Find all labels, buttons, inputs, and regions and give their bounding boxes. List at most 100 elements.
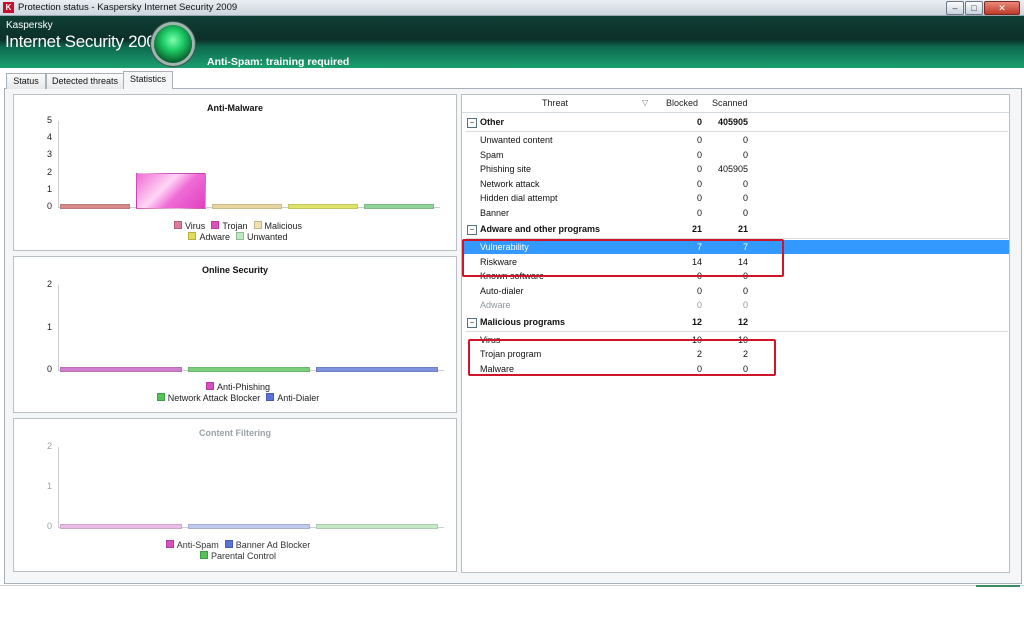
group-scanned-count: 405905 [717, 117, 748, 127]
group-blocked-count: 0 [696, 117, 702, 127]
table-row-hidden-dial-attempt[interactable]: Hidden dial attempt 0 0 [462, 191, 1009, 205]
table-row-banner[interactable]: Banner 0 0 [462, 206, 1009, 220]
protection-status-indicator-icon[interactable] [154, 25, 192, 63]
legend-swatch-anti-spam [165, 540, 174, 548]
table-row-auto-dialer[interactable]: Auto-dialer 0 0 [462, 284, 1009, 298]
legend-label-trojan: Trojan [222, 221, 248, 231]
scanned-count: 0 [742, 207, 748, 218]
bar-unwanted [364, 204, 434, 209]
online-security-chart: Online Security 2 1 0 Anti-Phishing Network … [13, 256, 457, 413]
bar-banner-ad-blocker [188, 524, 310, 529]
legend-swatch-anti-phishing [205, 382, 214, 390]
anti-malware-chart: Anti-Malware 5 4 3 2 1 0 Virus Trojan Malicious A… [13, 94, 457, 251]
blocked-count: 0 [696, 300, 702, 310]
tab-statistics[interactable]: Statistics [123, 71, 173, 89]
legend-swatch-malicious [253, 221, 262, 229]
collapse-icon[interactable]: − [467, 225, 477, 235]
y-tick-label: 0 [46, 201, 52, 211]
column-header-threat[interactable]: Threat [542, 98, 568, 108]
annotation-box-malicious-rows [468, 339, 776, 376]
threat-name: Phishing site [480, 164, 532, 174]
tab-detected-threats[interactable]: Detected threats [46, 73, 124, 89]
chart-legend-row: Anti-Spam Banner Ad Blocker [14, 540, 456, 550]
chart-legend-row: Parental Control [14, 551, 456, 561]
legend-label-virus: Virus [184, 221, 206, 231]
collapse-icon[interactable]: − [467, 317, 477, 328]
window-title: Protection status - Kaspersky Internet S… [18, 2, 238, 13]
sort-descending-icon[interactable]: ▽ [642, 98, 648, 107]
threat-name: Unwanted content [480, 135, 553, 145]
group-name: Malicious programs [480, 316, 566, 327]
bar-malicious [212, 204, 282, 209]
group-name: Adware and other programs [480, 224, 601, 234]
group-row-other[interactable]: − Other 0 405905 [462, 115, 1009, 131]
legend-label-network-attack-blocker: Network Attack Blocker [167, 393, 261, 403]
legend-label-unwanted: Unwanted [246, 232, 288, 242]
chart-title: Anti-Malware [206, 103, 263, 113]
kaspersky-k-icon: K [3, 2, 14, 13]
column-header-scanned[interactable]: Scanned [712, 98, 748, 108]
scanned-count: 0 [742, 285, 748, 296]
blocked-count: 0 [696, 193, 702, 203]
legend-swatch-unwanted [235, 232, 244, 240]
bar-trojan [136, 172, 206, 209]
group-name: Other [480, 117, 505, 127]
chart-title: Online Security [201, 265, 269, 275]
maximize-icon[interactable]: □ [965, 1, 983, 15]
tab-status[interactable]: Status [6, 73, 46, 89]
y-tick-label: 2 [46, 441, 52, 451]
threat-name: Hidden dial attempt [480, 193, 558, 203]
bar-anti-spam [60, 524, 182, 529]
collapse-icon[interactable]: − [467, 118, 477, 128]
legend-swatch-parental-control [199, 551, 208, 559]
minimize-icon[interactable]: – [946, 1, 964, 15]
legend-label-adware: Adware [199, 232, 230, 242]
y-axis [58, 285, 59, 370]
legend-swatch-adware [188, 232, 197, 240]
bar-anti-phishing [60, 367, 182, 372]
window-title-bar: K Protection status - Kaspersky Internet… [0, 0, 1024, 16]
y-tick-label: 2 [46, 166, 52, 177]
y-tick-label: 0 [46, 364, 52, 374]
group-scanned-count: 21 [737, 224, 748, 234]
blocked-count: 0 [696, 135, 702, 145]
threat-name: Adware [480, 300, 511, 310]
group-scanned-count: 12 [737, 316, 748, 327]
scanned-count: 0 [742, 300, 748, 310]
status-message[interactable]: Anti-Spam: training required [207, 56, 349, 68]
annotation-box-adware-rows [462, 239, 784, 277]
group-row-adware-and-other-programs[interactable]: − Adware and other programs 21 21 [462, 222, 1009, 238]
y-tick-label: 4 [46, 132, 52, 143]
legend-swatch-anti-dialer [266, 393, 275, 401]
y-tick-label: 5 [46, 115, 52, 125]
legend-label-malicious: Malicious [264, 221, 303, 231]
chart-legend-row: Virus Trojan Malicious [14, 221, 456, 231]
legend-label-anti-dialer: Anti-Dialer [277, 393, 320, 403]
table-row-adware[interactable]: Adware 0 0 [462, 298, 1009, 312]
group-blocked-count: 12 [691, 316, 702, 327]
scanned-count: 0 [742, 193, 748, 203]
scanned-count: 0 [742, 178, 748, 189]
y-tick-label: 1 [46, 183, 52, 194]
bottom-accent [976, 585, 1020, 587]
group-blocked-count: 21 [691, 224, 702, 234]
column-header-blocked[interactable]: Blocked [666, 98, 698, 108]
legend-swatch-network-attack-blocker [156, 393, 165, 401]
scanned-count: 405905 [717, 164, 748, 174]
table-row-unwanted-content[interactable]: Unwanted content 0 0 [462, 133, 1009, 147]
close-icon[interactable]: ✕ [984, 1, 1020, 15]
blocked-count: 0 [696, 178, 702, 189]
legend-swatch-trojan [211, 221, 220, 229]
table-row-network-attack[interactable]: Network attack 0 0 [462, 177, 1009, 191]
threat-name: Auto-dialer [480, 285, 524, 296]
group-separator [466, 330, 1008, 332]
y-tick-label: 0 [46, 521, 52, 531]
y-axis [58, 447, 59, 527]
legend-swatch-banner-ad-blocker [224, 540, 233, 548]
y-tick-label: 1 [46, 481, 52, 491]
group-row-malicious-programs[interactable]: − Malicious programs 12 12 [462, 315, 1009, 331]
table-row-phishing-site[interactable]: Phishing site 0 405905 [462, 162, 1009, 176]
blocked-count: 0 [696, 164, 702, 174]
table-row-spam[interactable]: Spam 0 0 [462, 148, 1009, 162]
threat-name: Spam [480, 149, 504, 160]
